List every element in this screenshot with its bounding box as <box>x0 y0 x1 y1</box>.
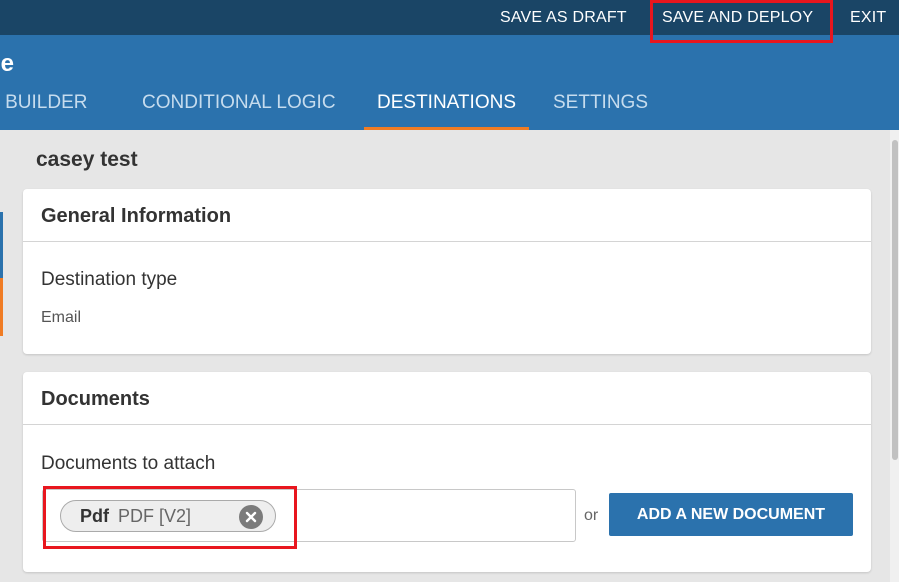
add-new-document-button[interactable]: ADD A NEW DOCUMENT <box>609 493 853 536</box>
destination-type-value: Email <box>41 309 82 326</box>
tab-settings[interactable]: SETTINGS <box>553 82 648 130</box>
highlight-box-deploy <box>650 0 833 43</box>
or-text: or <box>584 507 599 524</box>
scrollbar-thumb[interactable] <box>892 140 898 460</box>
left-accent-blue <box>0 212 3 278</box>
save-as-draft-button[interactable]: SAVE AS DRAFT <box>500 0 627 35</box>
tab-destinations[interactable]: DESTINATIONS <box>364 82 529 130</box>
exit-button[interactable]: EXIT <box>850 0 886 35</box>
left-accent-orange <box>0 278 3 336</box>
general-information-card: General Information Destination type Ema… <box>23 189 871 354</box>
highlight-box-chip <box>43 486 297 549</box>
documents-heading: Documents <box>23 372 871 425</box>
destination-title: casey test <box>36 148 138 171</box>
destination-type-label: Destination type <box>41 269 178 290</box>
form-name: ge <box>0 50 15 77</box>
general-information-heading: General Information <box>23 189 871 242</box>
documents-to-attach-label: Documents to attach <box>41 453 216 474</box>
tab-conditional-logic[interactable]: CONDITIONAL LOGIC <box>142 82 336 130</box>
form-header: ge M BUILDER CONDITIONAL LOGIC DESTINATI… <box>0 35 899 130</box>
tab-form-builder[interactable]: M BUILDER <box>0 82 87 130</box>
